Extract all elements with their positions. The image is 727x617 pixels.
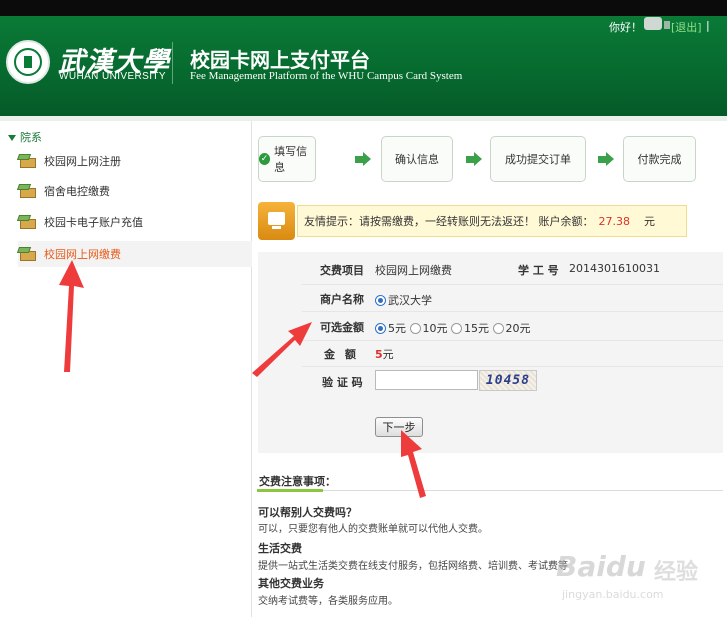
top-black-bar (0, 0, 727, 16)
merchant-label: 商户名称 (320, 293, 364, 306)
merchant-value: 武汉大学 (388, 294, 432, 307)
form-divider (302, 284, 723, 285)
university-logo-en: WUHAN UNIVERSITY (59, 71, 166, 82)
step-label: 确认信息 (395, 153, 439, 166)
amount-label: 金 额 (324, 348, 359, 361)
notice-text: 友情提示：请按需缴费，一经转账则无法返还！ 账户余额： (304, 215, 594, 228)
step-label: 填写信息 (274, 145, 308, 174)
student-id-label: 学 工 号 (518, 264, 559, 277)
sidebar-item-label: 校园网上网缴费 (44, 248, 121, 261)
captcha-label: 验 证 码 (322, 376, 363, 389)
check-icon: ✓ (259, 153, 271, 165)
amount-radio-5[interactable] (375, 323, 386, 334)
amount-radio-20[interactable] (492, 323, 504, 334)
faq-answer: 提供一站式生活类交费在线支付服务，包括网络费、培训费、考试费等 (258, 561, 568, 572)
step-submit-order: 成功提交订单 (490, 136, 586, 182)
amount-value: 5 (375, 348, 383, 361)
baidu-logo-icon: Baidu (556, 550, 646, 583)
amount-option-label: 5元 (388, 322, 406, 335)
next-step-button[interactable]: 下一步 (375, 417, 423, 437)
monitor-icon (258, 202, 295, 240)
notice-bar: 友情提示：请按需缴费，一经转账则无法返还！ 账户余额： 27.38 元 (297, 205, 687, 237)
faq-answer: 交纳考试费等，各类服务应用。 (258, 596, 398, 607)
header-separator: | (706, 19, 710, 32)
amount-options: 5元 10元 15元 20元 (375, 320, 531, 336)
user-avatar-icon (644, 17, 662, 30)
sidebar-item-network-register[interactable]: 校园网上网注册 (16, 148, 252, 174)
package-icon (16, 215, 38, 229)
balance-unit: 元 (644, 215, 655, 228)
amount-option-label: 15元 (464, 322, 489, 335)
step-label: 付款完成 (637, 153, 682, 166)
student-id-value: 2014301610031 (569, 262, 660, 275)
form-divider (302, 311, 723, 312)
item-value: 校园网上网缴费 (375, 264, 452, 277)
user-name-redacted (664, 21, 670, 29)
sidebar-item-label: 宿舍电控缴费 (44, 185, 110, 198)
sidebar-item-card-recharge[interactable]: 校园卡电子账户充值 (16, 209, 252, 235)
form-divider (302, 340, 723, 341)
faq-question: 生活交费 (258, 542, 302, 555)
sidebar-item-label: 校园卡电子账户充值 (44, 216, 143, 229)
account-balance: 27.38 (598, 214, 631, 228)
progress-steps: ✓ 填写信息 确认信息 成功提交订单 付款完成 (258, 136, 698, 182)
collapse-triangle-icon (8, 135, 16, 141)
amount-radio-15[interactable] (451, 323, 462, 334)
step-label: 成功提交订单 (505, 153, 571, 166)
sidebar-heading[interactable]: 院系 (8, 129, 42, 145)
faq-question: 可以帮别人交费吗？ (258, 506, 357, 519)
sidebar-item-dorm-electricity[interactable]: 宿舍电控缴费 (16, 178, 252, 204)
faq-answer: 可以，只要您有他人的交费账单就可以代他人交费。 (258, 524, 488, 535)
amount-unit: 元 (382, 348, 394, 361)
step-fill-info: ✓ 填写信息 (258, 136, 316, 182)
item-label: 交费项目 (320, 264, 364, 277)
page-title: 校园卡网上支付平台 (190, 48, 370, 72)
logout-link[interactable]: [退出] (671, 19, 702, 35)
sidebar-heading-label: 院系 (20, 131, 42, 144)
notes-underline (257, 489, 323, 492)
captcha-image[interactable]: 10458 (479, 370, 537, 391)
baidu-watermark: Baidu 经验 jingyan.baidu.com (556, 540, 724, 610)
watermark-url: jingyan.baidu.com (562, 588, 664, 601)
faq-question: 其他交费业务 (258, 577, 324, 590)
amount-radio-10[interactable] (409, 323, 421, 334)
amount-option-label: 10元 (422, 322, 448, 335)
package-icon (16, 154, 38, 168)
page-subtitle: Fee Management Platform of the WHU Campu… (190, 70, 463, 82)
notes-title: 交费注意事项： (259, 475, 336, 488)
header-divider (172, 42, 173, 84)
sidebar-item-network-payment[interactable]: 校园网上网缴费 (16, 241, 252, 267)
university-emblem-icon (6, 40, 50, 84)
watermark-cn: 经验 (654, 560, 699, 585)
step-confirm-info: 确认信息 (381, 136, 453, 182)
amount-options-label: 可选金额 (320, 321, 364, 334)
user-greeting: 你好！ (609, 21, 642, 34)
package-icon (16, 184, 38, 198)
amount-display: 5元 (375, 346, 394, 362)
captcha-input[interactable] (375, 370, 478, 390)
merchant-option[interactable]: 武汉大学 (375, 292, 432, 308)
form-divider (302, 366, 723, 367)
amount-option-label: 20元 (505, 322, 531, 335)
merchant-radio[interactable] (375, 295, 386, 306)
package-icon (16, 247, 38, 261)
step-payment-complete: 付款完成 (623, 136, 696, 182)
notes-divider (323, 490, 723, 491)
sidebar-item-label: 校园网上网注册 (44, 155, 121, 168)
